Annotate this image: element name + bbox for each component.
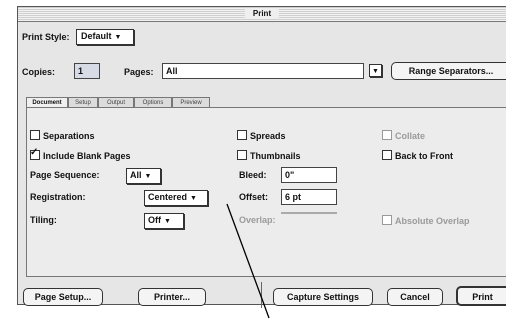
callout-pointer-line [226, 203, 270, 319]
callout-line [226, 203, 270, 319]
